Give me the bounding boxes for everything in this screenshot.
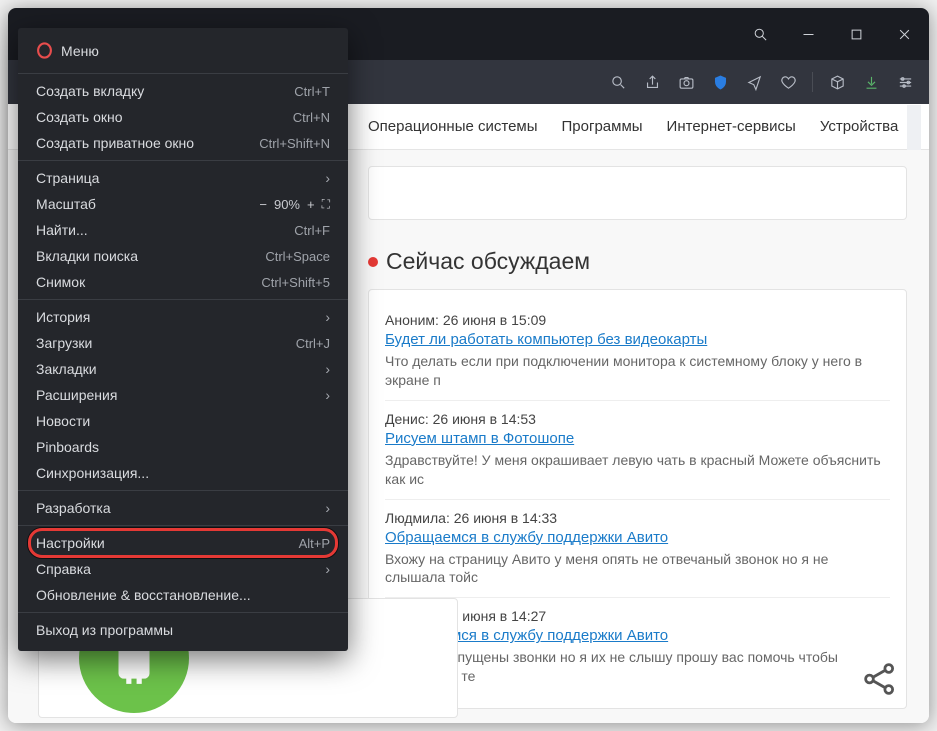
- menu-help[interactable]: Справка›: [18, 556, 348, 582]
- menu-separator: [18, 299, 348, 300]
- section-heading-text: Сейчас обсуждаем: [386, 248, 590, 275]
- divider: [812, 72, 813, 92]
- section-heading: Сейчас обсуждаем: [368, 248, 907, 275]
- menu-new-tab[interactable]: Создать вкладкуCtrl+T: [18, 78, 348, 104]
- menu-separator: [18, 160, 348, 161]
- post-body: Что делать если при подключении монитора…: [385, 352, 890, 390]
- menu-dev[interactable]: Разработка›: [18, 495, 348, 521]
- menu-find[interactable]: Найти...Ctrl+F: [18, 217, 348, 243]
- search-small-icon[interactable]: [608, 72, 628, 92]
- opera-main-menu: Меню Создать вкладкуCtrl+T Создать окноC…: [18, 28, 348, 651]
- heart-icon[interactable]: [778, 72, 798, 92]
- post-author: Денис: 26 июня в 14:53: [385, 411, 890, 427]
- post-link[interactable]: Обращаемся в службу поддержки Авито: [385, 529, 890, 546]
- post-body: Вхожу на страницу Авито у меня опять не …: [385, 550, 890, 588]
- zoom-value: 90%: [274, 197, 300, 212]
- menu-downloads[interactable]: ЗагрузкиCtrl+J: [18, 330, 348, 356]
- opera-logo-icon: [36, 42, 53, 59]
- share-out-icon[interactable]: [642, 72, 662, 92]
- post-link[interactable]: Рисуем штамп в Фотошопе: [385, 430, 890, 447]
- discussion-post: Людмила: 26 июня в 14:33 Обращаемся в сл…: [385, 500, 890, 599]
- post-link[interactable]: Обращаемся в службу поддержки Авито: [385, 627, 890, 644]
- share-icon[interactable]: [859, 658, 901, 705]
- post-body: У меня пропущены звонки но я их не слышу…: [385, 648, 890, 686]
- menu-extensions[interactable]: Расширения›: [18, 382, 348, 408]
- menu-title: Меню: [61, 43, 99, 59]
- menu-bookmarks[interactable]: Закладки›: [18, 356, 348, 382]
- menu-separator: [18, 525, 348, 526]
- menu-search-tabs[interactable]: Вкладки поискаCtrl+Space: [18, 243, 348, 269]
- cat-os[interactable]: Операционные системы: [368, 118, 538, 135]
- cat-internet[interactable]: Интернет-сервисы: [667, 118, 796, 135]
- close-button[interactable]: [885, 15, 923, 53]
- zoom-plus-icon[interactable]: +: [307, 197, 315, 212]
- menu-sync[interactable]: Синхронизация...: [18, 460, 348, 486]
- red-dot-icon: [368, 257, 378, 267]
- menu-snapshot[interactable]: СнимокCtrl+Shift+5: [18, 269, 348, 295]
- menu-pinboards[interactable]: Pinboards: [18, 434, 348, 460]
- minimize-button[interactable]: [789, 15, 827, 53]
- fullscreen-icon[interactable]: ⛶: [322, 197, 330, 212]
- post-body: Здравствуйте! У меня окрашивает левую ча…: [385, 451, 890, 489]
- discussion-post: Аноним: 26 июня в 15:09 Будет ли работат…: [385, 302, 890, 401]
- menu-header: Меню: [18, 34, 348, 69]
- menu-news[interactable]: Новости: [18, 408, 348, 434]
- cube-icon[interactable]: [827, 72, 847, 92]
- download-icon[interactable]: [861, 72, 881, 92]
- menu-separator: [18, 612, 348, 613]
- shield-icon[interactable]: [710, 72, 730, 92]
- menu-new-private[interactable]: Создать приватное окноCtrl+Shift+N: [18, 130, 348, 156]
- menu-update[interactable]: Обновление & восстановление...: [18, 582, 348, 608]
- post-link[interactable]: Будет ли работать компьютер без видеокар…: [385, 331, 890, 348]
- site-search-box[interactable]: [368, 166, 907, 220]
- camera-icon[interactable]: [676, 72, 696, 92]
- post-author: Людмила: 26 июня в 14:33: [385, 510, 890, 526]
- maximize-button[interactable]: [837, 15, 875, 53]
- sliders-icon[interactable]: [895, 72, 915, 92]
- cat-programs[interactable]: Программы: [562, 118, 643, 135]
- discussion-post: Аноним: 26 июня в 14:27 Обращаемся в слу…: [385, 598, 890, 696]
- menu-zoom[interactable]: Масштаб−90%+⛶: [18, 191, 348, 217]
- menu-history[interactable]: История›: [18, 304, 348, 330]
- post-author: Аноним: 26 июня в 14:27: [385, 608, 890, 624]
- menu-page[interactable]: Страница›: [18, 165, 348, 191]
- zoom-minus-icon[interactable]: −: [259, 197, 267, 212]
- cat-devices[interactable]: Устройства: [820, 118, 898, 135]
- menu-exit[interactable]: Выход из программы: [18, 617, 348, 643]
- discussion-post: Денис: 26 июня в 14:53 Рисуем штамп в Фо…: [385, 401, 890, 500]
- menu-settings[interactable]: НастройкиAlt+P: [18, 530, 348, 556]
- menu-separator: [18, 490, 348, 491]
- menu-separator: [18, 73, 348, 74]
- send-icon[interactable]: [744, 72, 764, 92]
- search-icon[interactable]: [741, 15, 779, 53]
- menu-new-window[interactable]: Создать окноCtrl+N: [18, 104, 348, 130]
- post-author: Аноним: 26 июня в 15:09: [385, 312, 890, 328]
